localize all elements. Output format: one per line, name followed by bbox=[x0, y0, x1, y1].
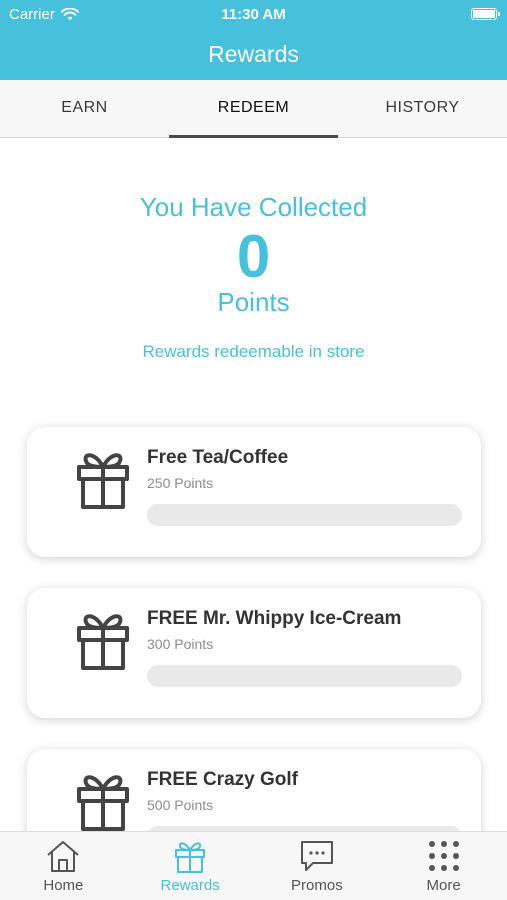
points-summary: You Have Collected 0 Points Rewards rede… bbox=[0, 192, 507, 362]
tabbar-item-more[interactable]: More bbox=[380, 832, 507, 900]
points-label: Points bbox=[217, 287, 290, 317]
tabbar-label-home: Home bbox=[43, 877, 84, 894]
tabbar-label-promos: Promos bbox=[291, 877, 343, 894]
reward-points: 300 Points bbox=[147, 636, 214, 652]
points-value: 0 bbox=[236, 223, 271, 290]
gift-icon bbox=[77, 453, 129, 509]
battery-icon bbox=[471, 8, 500, 20]
reward-progress-bar bbox=[147, 504, 462, 526]
home-icon bbox=[47, 841, 80, 872]
chat-bubble-icon bbox=[300, 841, 333, 871]
reward-points: 250 Points bbox=[147, 475, 214, 491]
reward-name: FREE Crazy Golf bbox=[147, 769, 298, 790]
tab-history[interactable]: HISTORY bbox=[338, 80, 507, 137]
tabbar-item-promos[interactable]: Promos bbox=[254, 832, 381, 900]
gift-icon bbox=[175, 842, 206, 873]
reward-name: FREE Mr. Whippy Ice-Cream bbox=[147, 608, 402, 629]
reward-card[interactable]: Free Tea/Coffee 250 Points bbox=[27, 427, 481, 557]
gift-icon bbox=[77, 614, 129, 670]
reward-card[interactable]: FREE Mr. Whippy Ice-Cream 300 Points bbox=[27, 588, 481, 718]
reward-progress-bar bbox=[147, 665, 462, 687]
status-time: 11:30 AM bbox=[221, 6, 286, 23]
gift-icon bbox=[77, 775, 129, 831]
tab-redeem[interactable]: REDEEM bbox=[169, 80, 338, 138]
tabbar-item-home[interactable]: Home bbox=[0, 832, 127, 900]
reward-name: Free Tea/Coffee bbox=[147, 447, 289, 468]
tabbar-item-rewards[interactable]: Rewards bbox=[127, 832, 254, 900]
page-title: Rewards bbox=[208, 41, 299, 67]
navigation-bar: Rewards bbox=[0, 28, 507, 80]
tab-earn[interactable]: EARN bbox=[0, 80, 169, 137]
redeem-note: Rewards redeemable in store bbox=[142, 342, 365, 361]
tabbar-label-more: More bbox=[426, 877, 461, 894]
bottom-tab-bar: Home Rewards Promos More bbox=[0, 831, 507, 900]
rewards-tabs: EARN REDEEM HISTORY bbox=[0, 80, 507, 138]
tabbar-label-rewards: Rewards bbox=[160, 877, 220, 894]
reward-points: 500 Points bbox=[147, 797, 214, 813]
collected-heading: You Have Collected bbox=[139, 192, 368, 222]
grid-dots-icon bbox=[428, 841, 459, 871]
status-bar: Carrier 11:30 AM bbox=[0, 0, 507, 28]
